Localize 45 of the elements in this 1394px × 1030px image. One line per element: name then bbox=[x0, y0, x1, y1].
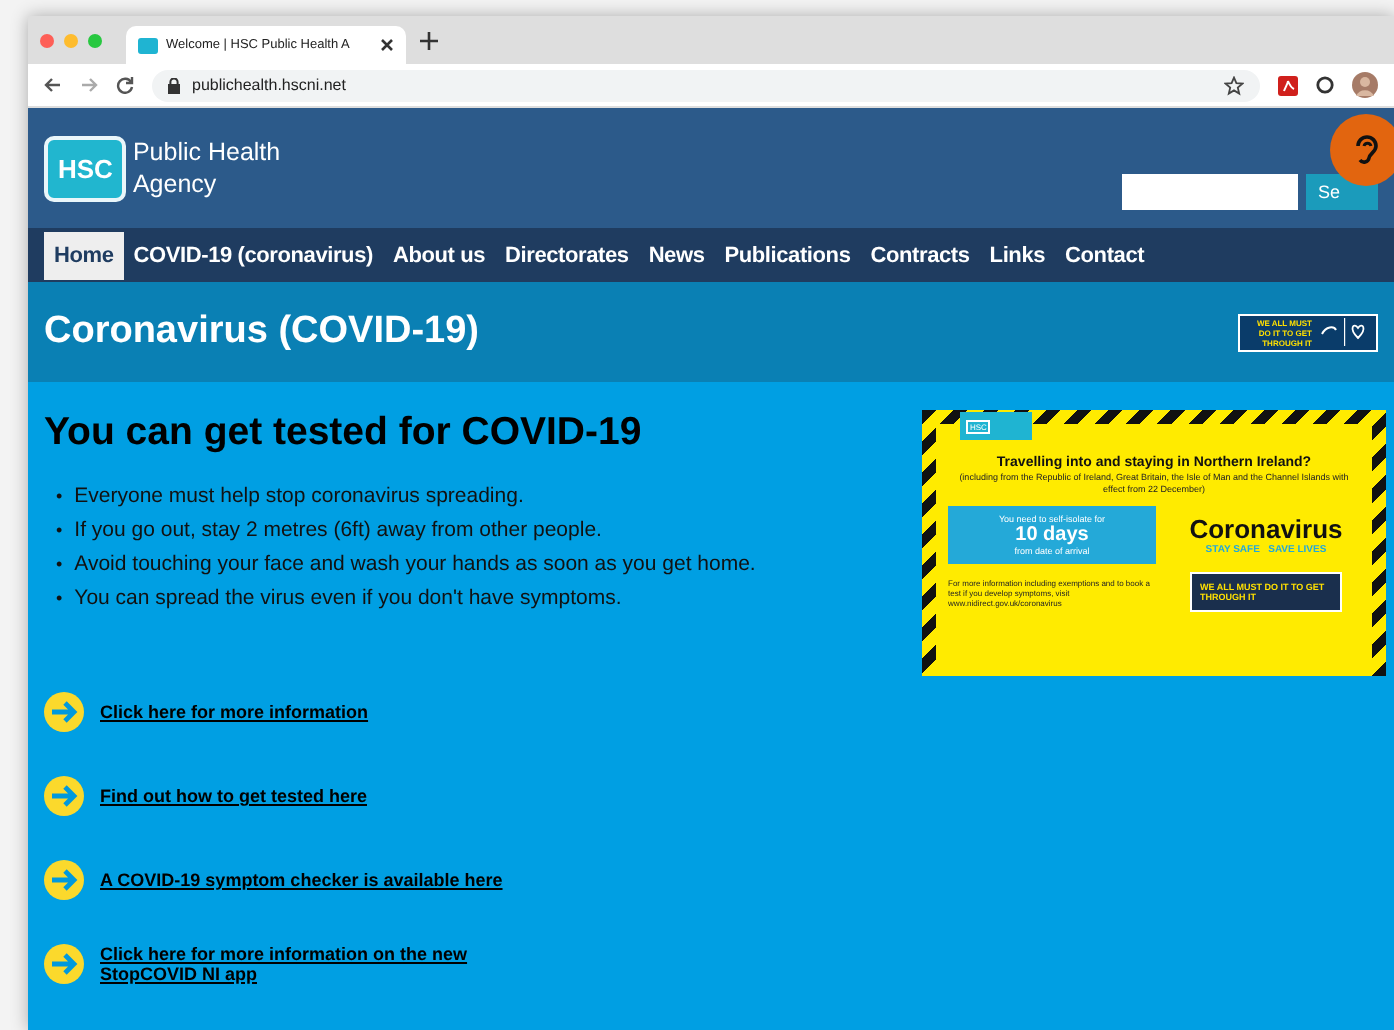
info-link[interactable]: Click here for more information bbox=[100, 702, 520, 722]
bullet-text: Everyone must help stop coronavirus spreading. bbox=[74, 482, 524, 512]
bullet-text: Avoid touching your face and wash your hands as soon as you get home. bbox=[74, 550, 756, 580]
bullet-marker: • bbox=[56, 484, 63, 510]
travel-poster[interactable] bbox=[922, 410, 1386, 676]
bullet-marker: • bbox=[56, 586, 63, 612]
agency-name: Public Health bbox=[132, 136, 281, 168]
nav-tab[interactable]: Contact bbox=[1055, 231, 1155, 279]
extension-icon[interactable] bbox=[1316, 76, 1334, 94]
bullet-marker: • bbox=[56, 518, 63, 544]
back-icon[interactable] bbox=[44, 76, 62, 94]
nav-tab[interactable]: Home bbox=[44, 231, 124, 279]
arrow-circle-icon bbox=[44, 692, 84, 732]
new-tab-icon[interactable] bbox=[420, 31, 438, 49]
arrow-circle-icon bbox=[44, 776, 84, 816]
pdf-extension-icon[interactable] bbox=[1278, 75, 1298, 95]
bullet-text: You can spread the virus even if you don't have symptoms. bbox=[74, 584, 622, 614]
nav-tab[interactable]: Publications bbox=[714, 231, 861, 279]
address-bar[interactable]: publichealth.hscni.net bbox=[152, 69, 1260, 101]
reload-icon[interactable] bbox=[116, 76, 134, 94]
nav-tab[interactable]: COVID-19 (coronavirus) bbox=[123, 231, 383, 279]
search-field[interactable] bbox=[1122, 174, 1298, 210]
nav-tab[interactable]: News bbox=[638, 231, 715, 279]
nav-tab[interactable]: Links bbox=[979, 231, 1056, 279]
profile-avatar[interactable] bbox=[1352, 72, 1378, 98]
bullet-marker: • bbox=[56, 552, 63, 578]
close-tab-icon[interactable] bbox=[380, 38, 394, 52]
info-link[interactable]: Find out how to get tested here bbox=[100, 786, 520, 806]
arrow-circle-icon bbox=[44, 944, 84, 984]
star-icon[interactable] bbox=[1224, 75, 1244, 95]
accessibility-button[interactable] bbox=[1330, 114, 1394, 186]
page-title: Coronavirus (COVID-19) bbox=[44, 310, 479, 354]
favicon-icon bbox=[138, 37, 158, 53]
nav-tab[interactable]: About us bbox=[382, 231, 496, 279]
poster-brand: Coronavirus bbox=[1189, 514, 1343, 544]
agency-name: Agency bbox=[132, 168, 219, 200]
lock-icon bbox=[168, 77, 180, 93]
info-link[interactable]: A COVID-19 symptom checker is available here bbox=[100, 870, 520, 890]
nav-tab[interactable]: Contracts bbox=[860, 231, 980, 279]
arrow-circle-icon bbox=[44, 860, 84, 900]
ear-icon bbox=[1350, 132, 1382, 168]
bullet-text: If you go out, stay 2 metres (6ft) away from other people. bbox=[74, 516, 602, 546]
nav-tab[interactable]: Directorates bbox=[495, 231, 639, 279]
section-heading: You can get tested for COVID-19 bbox=[44, 410, 644, 456]
info-link[interactable]: Click here for more information on the new StopCOVID NI app bbox=[100, 944, 520, 984]
